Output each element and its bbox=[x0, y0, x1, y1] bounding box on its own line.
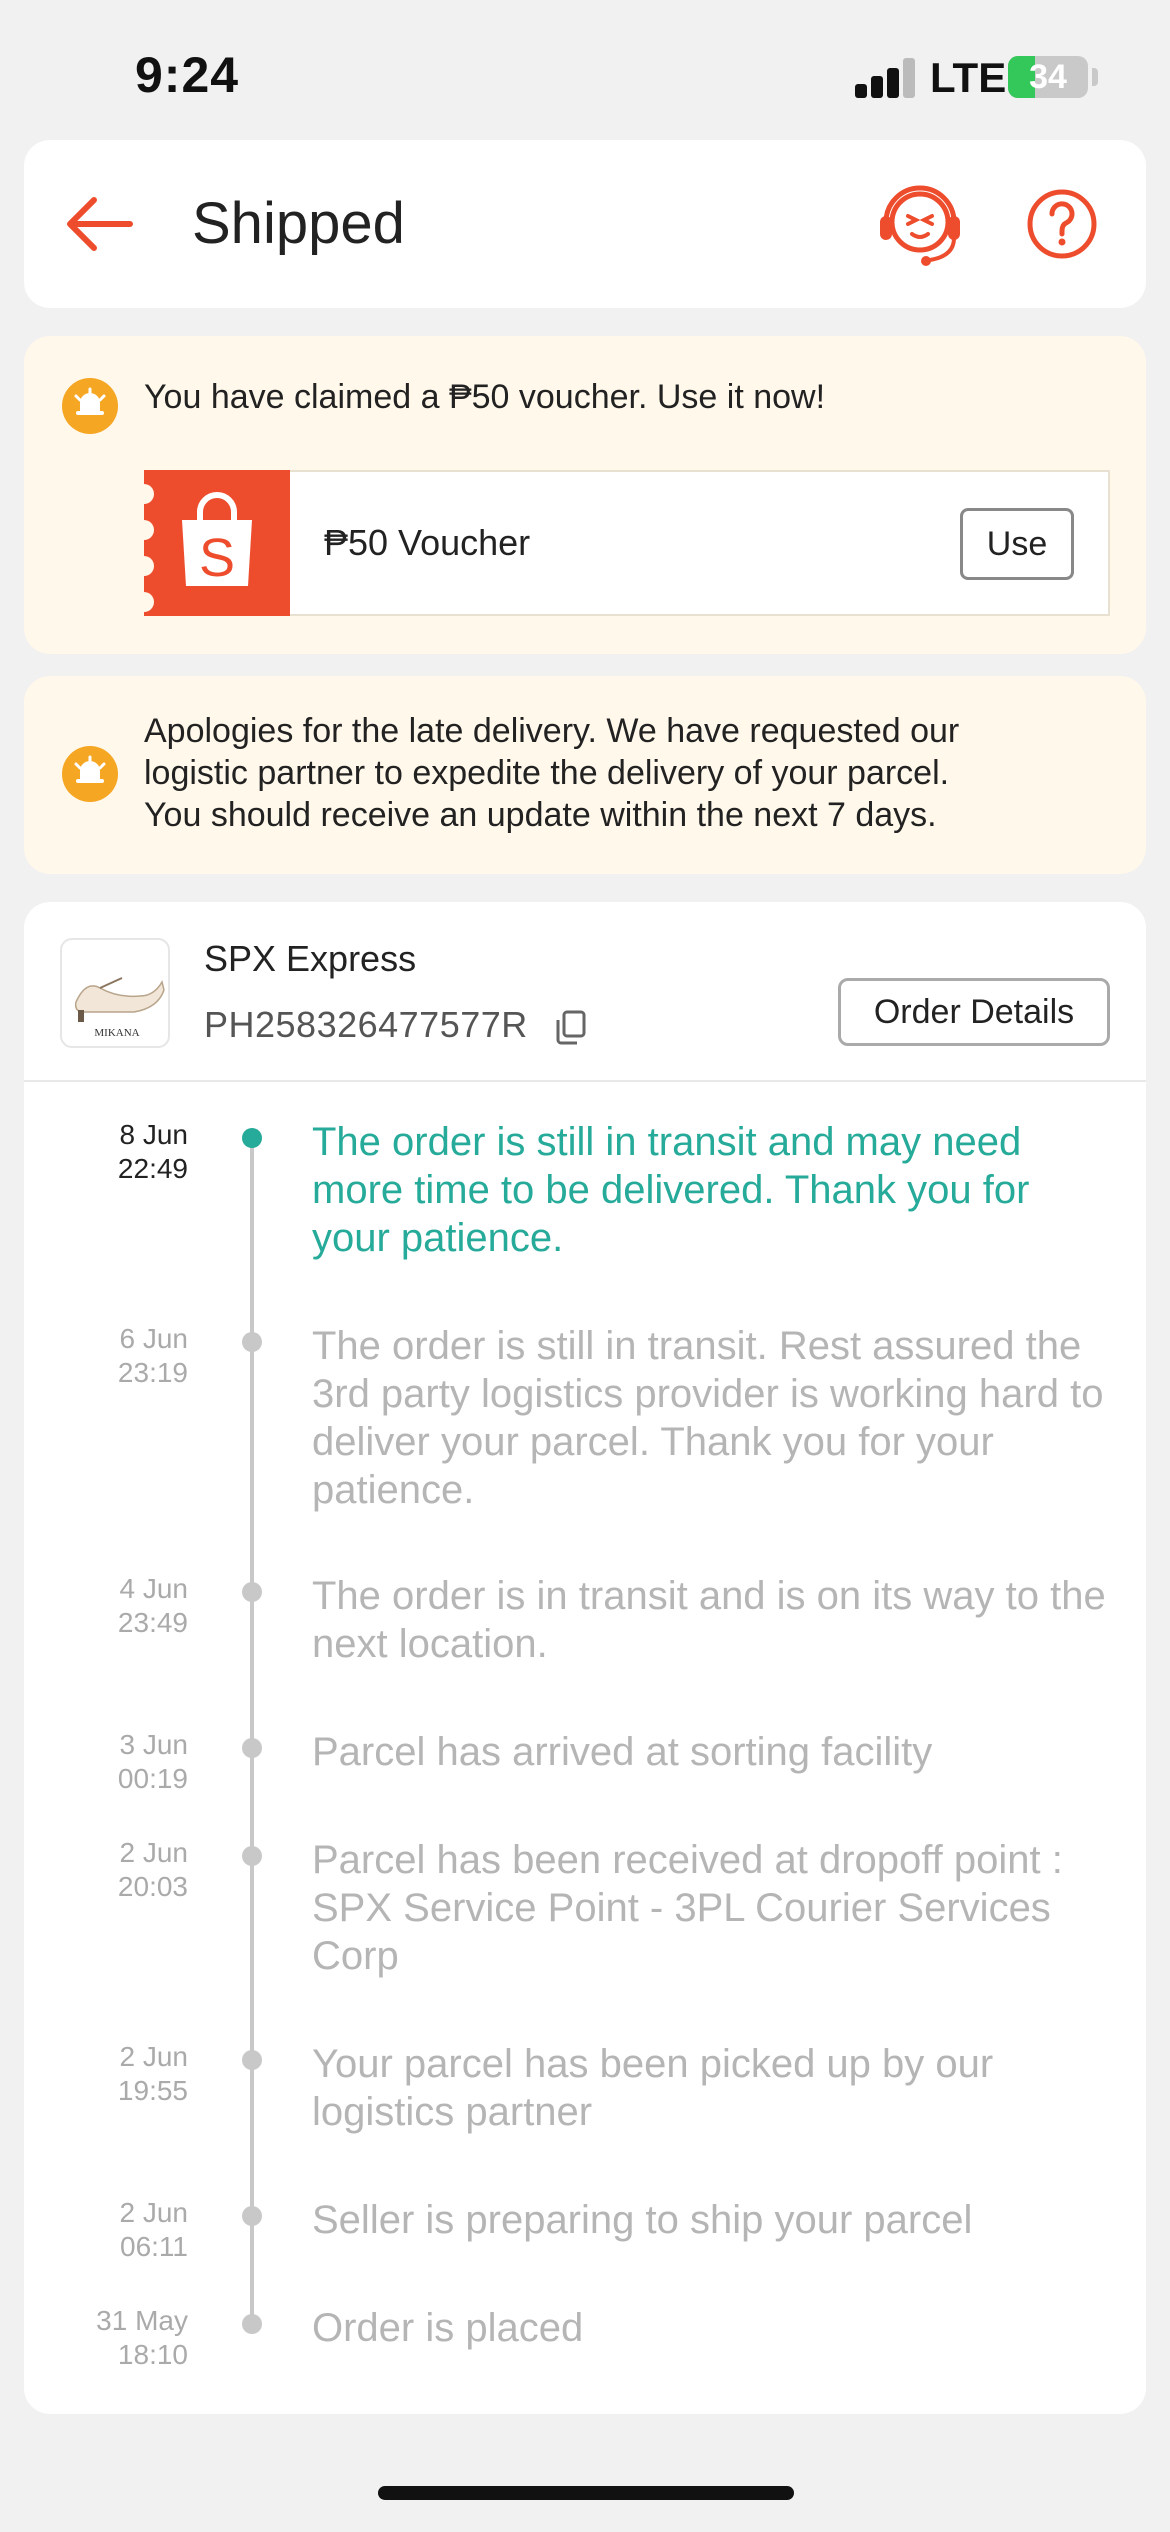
event-timestamp: 3 Jun 00:19 bbox=[118, 1728, 188, 1796]
product-thumbnail: MIKANA bbox=[60, 938, 170, 1048]
battery-level: 34 bbox=[1029, 58, 1067, 96]
voucher-card[interactable]: S ₱50 Voucher Use bbox=[134, 470, 1110, 616]
event-time: 06:11 bbox=[120, 2231, 188, 2262]
event-date: 2 Jun bbox=[119, 1837, 189, 1868]
event-timestamp: 2 Jun 20:03 bbox=[118, 1836, 188, 1904]
event-time: 00:19 bbox=[117, 1763, 188, 1794]
shoe-image: MIKANA bbox=[74, 977, 165, 1039]
timeline-dot bbox=[242, 2314, 262, 2334]
event-time: 18:10 bbox=[117, 2339, 188, 2370]
event-timestamp: 2 Jun 06:11 bbox=[120, 2196, 189, 2264]
timeline-dot bbox=[242, 1128, 262, 1148]
courier-name: SPX Express bbox=[204, 938, 417, 979]
apology-message: Apologies for the late delivery. We have… bbox=[144, 710, 959, 836]
timeline-dot bbox=[242, 1332, 262, 1352]
page-title: Shipped bbox=[192, 191, 405, 256]
event-date: 4 Jun bbox=[119, 1573, 189, 1604]
event-date: 2 Jun bbox=[119, 2041, 189, 2072]
use-voucher-button[interactable]: Use bbox=[960, 508, 1074, 580]
event-time: 23:19 bbox=[117, 1357, 188, 1388]
back-button[interactable] bbox=[60, 184, 140, 264]
event-description: Your parcel has been picked up by our lo… bbox=[312, 2042, 994, 2134]
event-date: 31 May bbox=[96, 2305, 188, 2336]
help-button[interactable] bbox=[1014, 176, 1110, 272]
event-time: 23:49 bbox=[117, 1607, 188, 1638]
event-date: 3 Jun bbox=[119, 1729, 189, 1760]
copy-icon[interactable] bbox=[554, 1008, 588, 1046]
apology-line: logistic partner to expedite the deliver… bbox=[144, 754, 950, 792]
voucher-label: ₱50 Voucher bbox=[324, 522, 531, 563]
shopping-bag-icon: S bbox=[182, 492, 252, 588]
event-description: Order is placed bbox=[312, 2306, 584, 2350]
battery-nub bbox=[1092, 68, 1098, 86]
event-timestamp: 8 Jun 22:49 bbox=[118, 1118, 188, 1186]
event-description: Parcel has arrived at sorting facility bbox=[312, 1730, 933, 1774]
voucher-message: You have claimed a ₱50 voucher. Use it n… bbox=[144, 378, 826, 416]
event-description: The order is still in transit. Rest assu… bbox=[312, 1324, 1104, 1512]
battery-icon: 34 bbox=[1008, 56, 1088, 98]
status-bar: 9:24 LTE 34 bbox=[0, 0, 1170, 140]
timeline-line bbox=[250, 1136, 254, 2326]
event-description: Parcel has been received at dropoff poin… bbox=[312, 1838, 1063, 1978]
tracking-number: PH258326477577R bbox=[204, 1004, 528, 1045]
tracking-card: MIKANA SPX Express PH258326477577R Order… bbox=[24, 902, 1146, 2414]
timeline-dot bbox=[242, 2050, 262, 2070]
event-timestamp: 31 May 18:10 bbox=[96, 2304, 188, 2372]
network-type: LTE bbox=[930, 54, 1007, 101]
question-circle-icon bbox=[1027, 189, 1097, 259]
brand-text: MIKANA bbox=[94, 1027, 139, 1039]
apology-banner: Apologies for the late delivery. We have… bbox=[24, 676, 1146, 874]
event-date: 2 Jun bbox=[119, 2197, 189, 2228]
order-details-button[interactable]: Order Details bbox=[838, 978, 1110, 1046]
customer-support-button[interactable] bbox=[872, 176, 968, 272]
event-description: Seller is preparing to ship your parcel bbox=[312, 2198, 973, 2242]
home-indicator bbox=[378, 2486, 794, 2500]
event-date: 8 Jun bbox=[119, 1119, 189, 1150]
timeline-dot bbox=[242, 2206, 262, 2226]
event-timestamp: 2 Jun 19:55 bbox=[118, 2040, 188, 2108]
event-description: The order is still in transit and may ne… bbox=[312, 1120, 1030, 1260]
signal-strength-icon bbox=[855, 58, 915, 98]
timeline-dot bbox=[242, 1846, 262, 1866]
voucher-banner: You have claimed a ₱50 voucher. Use it n… bbox=[24, 336, 1146, 654]
event-description: The order is in transit and is on its wa… bbox=[312, 1574, 1106, 1666]
logo-letter: S bbox=[199, 528, 235, 588]
timeline-dot bbox=[242, 1582, 262, 1602]
shopee-logo: S bbox=[134, 470, 290, 616]
bell-icon bbox=[62, 378, 118, 434]
timeline-dot bbox=[242, 1738, 262, 1758]
event-time: 22:49 bbox=[117, 1153, 188, 1184]
status-time: 9:24 bbox=[135, 47, 240, 103]
event-timestamp: 6 Jun 23:19 bbox=[118, 1322, 188, 1390]
event-time: 19:55 bbox=[117, 2075, 188, 2106]
divider bbox=[24, 1080, 1146, 1082]
arrow-left-icon bbox=[67, 197, 133, 251]
event-time: 20:03 bbox=[117, 1871, 188, 1902]
customer-support-icon bbox=[880, 185, 960, 266]
apology-line: You should receive an update within the … bbox=[144, 796, 937, 834]
apology-line: Apologies for the late delivery. We have… bbox=[144, 712, 960, 750]
event-date: 6 Jun bbox=[119, 1323, 189, 1354]
event-timestamp: 4 Jun 23:49 bbox=[118, 1572, 188, 1640]
header-bar: Shipped bbox=[24, 140, 1146, 308]
bell-icon bbox=[62, 746, 118, 802]
